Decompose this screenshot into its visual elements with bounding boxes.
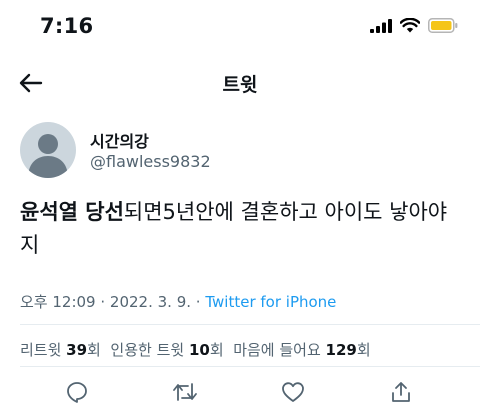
quotes-count: 10 [188,341,210,359]
battery-icon [428,18,458,33]
tweet-text-bold: 윤석열 당선 [20,200,124,224]
status-time: 7:16 [40,14,94,38]
reply-icon [67,382,87,403]
meta-separator: · [191,293,206,311]
wifi-icon [400,18,420,33]
page-title: 트윗 [222,74,258,96]
tweet-date: 2022. 3. 9. [109,293,192,311]
share-icon [392,382,410,402]
like-button[interactable] [278,378,308,406]
quotes-unit: 회 [209,341,224,359]
tweet-actions [0,372,480,409]
status-bar: 7:16 [0,0,480,58]
heart-icon [282,382,304,402]
retweets-unit: 회 [87,341,101,359]
tweet-author: 시간의강 @flawless9832 [20,122,460,182]
default-avatar-icon [28,134,68,178]
divider [20,366,480,367]
retweet-icon [173,383,197,401]
author-display-name[interactable]: 시간의강 [90,128,149,152]
share-button[interactable] [386,378,416,406]
retweets-stat[interactable]: 리트윗 39회 [20,341,101,359]
likes-stat[interactable]: 마음에 들어요 129회 [233,341,370,359]
tweet-stats: 리트윗 39회 인용한 트윗 10회 마음에 들어요 129회 [20,339,371,360]
status-icons [370,18,458,33]
likes-label: 마음에 들어요 [233,341,326,359]
cellular-signal-icon [370,18,392,33]
avatar[interactable] [20,122,76,178]
quotes-stat[interactable]: 인용한 트윗 10회 [110,341,223,359]
tweet-metadata: 오후 12:09 · 2022. 3. 9. · Twitter for iPh… [20,291,336,312]
meta-separator: · [95,293,110,311]
retweets-count: 39 [66,341,88,359]
tweet-text: 윤석열 당선되면5년안에 결혼하고 아이도 낳아야지 [20,196,460,262]
divider [20,324,480,325]
nav-bar: 트윗 [0,58,480,108]
retweet-button[interactable] [170,378,200,406]
quotes-label: 인용한 트윗 [110,341,189,359]
likes-unit: 회 [356,341,371,359]
retweets-label: 리트윗 [20,341,67,359]
author-handle[interactable]: @flawless9832 [90,152,211,171]
tweet-time: 오후 12:09 [20,293,96,311]
reply-button[interactable] [62,378,92,406]
tweet-source-link[interactable]: Twitter for iPhone [205,293,336,311]
likes-count: 129 [325,341,357,359]
